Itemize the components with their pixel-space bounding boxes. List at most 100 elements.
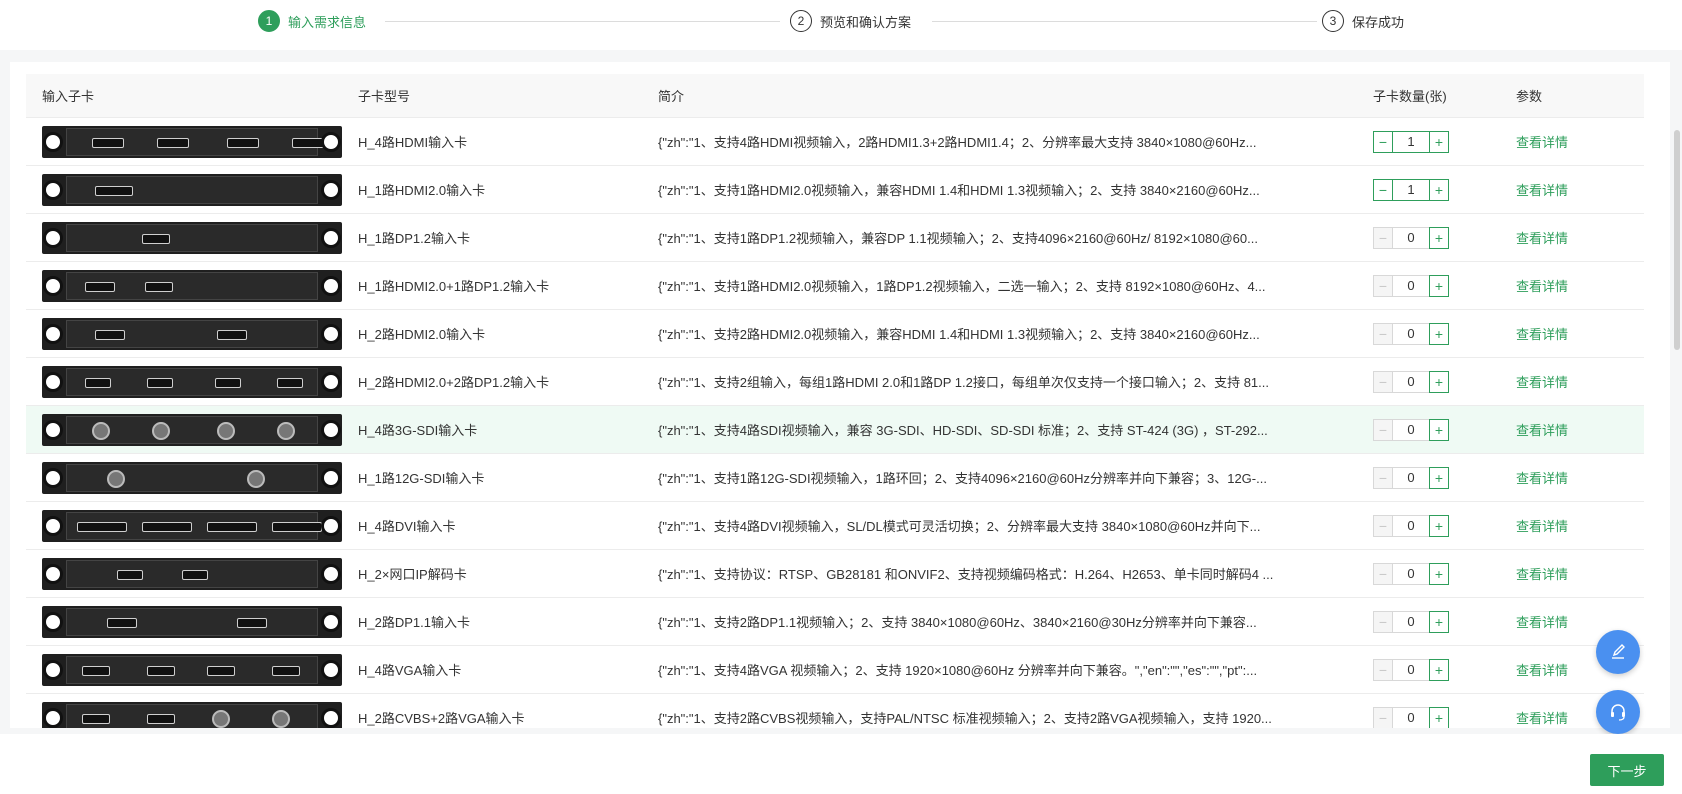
- increment-button[interactable]: +: [1429, 130, 1449, 153]
- edit-fab-button[interactable]: [1596, 630, 1640, 674]
- increment-button[interactable]: +: [1429, 370, 1449, 393]
- card-image: [42, 221, 342, 254]
- decrement-button[interactable]: −: [1373, 370, 1393, 393]
- view-details-link[interactable]: 查看详情: [1516, 214, 1606, 261]
- decrement-button[interactable]: −: [1373, 562, 1393, 585]
- decrement-button[interactable]: −: [1373, 466, 1393, 489]
- view-details-link[interactable]: 查看详情: [1516, 646, 1606, 693]
- view-details-link[interactable]: 查看详情: [1516, 694, 1606, 728]
- decrement-button[interactable]: −: [1373, 274, 1393, 297]
- page: 1 输入需求信息 2 预览和确认方案 3 保存成功 输入子卡 子卡型号 简介 子…: [0, 0, 1682, 794]
- card-description: {"zh":"1、支持1路HDMI2.0视频输入，兼容HDMI 1.4和HDMI…: [658, 183, 1260, 198]
- decrement-button[interactable]: −: [1373, 226, 1393, 249]
- view-details-link[interactable]: 查看详情: [1516, 550, 1606, 597]
- card-image: [42, 269, 342, 302]
- card-knob: [43, 371, 63, 392]
- quantity-input[interactable]: 0: [1393, 706, 1429, 728]
- quantity-input[interactable]: 0: [1393, 274, 1429, 297]
- view-details-link[interactable]: 查看详情: [1516, 502, 1606, 549]
- card-model: H_1路HDMI2.0+1路DP1.2输入卡: [358, 279, 550, 294]
- decrement-button[interactable]: −: [1373, 130, 1393, 153]
- port-icon: [107, 617, 137, 628]
- card-image: [42, 173, 342, 206]
- decrement-button[interactable]: −: [1373, 322, 1393, 345]
- view-details-link[interactable]: 查看详情: [1516, 262, 1606, 309]
- quantity-input[interactable]: 0: [1393, 466, 1429, 489]
- quantity-cell: −0 +: [1373, 310, 1483, 357]
- port-icon: [147, 713, 175, 724]
- quantity-input[interactable]: 1: [1393, 178, 1429, 201]
- increment-button[interactable]: +: [1429, 466, 1449, 489]
- port-icon: [292, 137, 324, 148]
- quantity-input[interactable]: 0: [1393, 226, 1429, 249]
- card-knob: [321, 611, 341, 632]
- view-details-link[interactable]: 查看详情: [1516, 454, 1606, 501]
- quantity-input[interactable]: 0: [1393, 370, 1429, 393]
- quantity-stepper[interactable]: −0 +: [1373, 418, 1449, 441]
- quantity-stepper[interactable]: −0 +: [1373, 370, 1449, 393]
- quantity-input[interactable]: 0: [1393, 658, 1429, 681]
- card-panel: [66, 655, 318, 684]
- quantity-input[interactable]: 1: [1393, 130, 1429, 153]
- card-image-cell: [42, 406, 342, 453]
- card-model: H_1路DP1.2输入卡: [358, 231, 470, 246]
- quantity-stepper[interactable]: −0 +: [1373, 322, 1449, 345]
- increment-button[interactable]: +: [1429, 274, 1449, 297]
- port-icon: [95, 185, 133, 196]
- view-details-link[interactable]: 查看详情: [1516, 166, 1606, 213]
- card-knob: [321, 371, 341, 392]
- view-details-link[interactable]: 查看详情: [1516, 358, 1606, 405]
- decrement-button[interactable]: −: [1373, 514, 1393, 537]
- view-details-link[interactable]: 查看详情: [1516, 598, 1606, 645]
- scrollbar-thumb[interactable]: [1674, 130, 1680, 350]
- decrement-button[interactable]: −: [1373, 178, 1393, 201]
- card-image: [42, 653, 342, 686]
- quantity-input[interactable]: 0: [1393, 562, 1429, 585]
- increment-button[interactable]: +: [1429, 226, 1449, 249]
- quantity-input[interactable]: 0: [1393, 514, 1429, 537]
- increment-button[interactable]: +: [1429, 706, 1449, 728]
- decrement-button[interactable]: −: [1373, 658, 1393, 681]
- port-icon: [182, 569, 208, 580]
- increment-button[interactable]: +: [1429, 418, 1449, 441]
- increment-button[interactable]: +: [1429, 610, 1449, 633]
- quantity-stepper[interactable]: −0 +: [1373, 466, 1449, 489]
- quantity-stepper[interactable]: −0 +: [1373, 610, 1449, 633]
- card-knob: [321, 131, 341, 152]
- quantity-input[interactable]: 0: [1393, 610, 1429, 633]
- port-icon: [277, 377, 303, 388]
- increment-button[interactable]: +: [1429, 322, 1449, 345]
- decrement-button[interactable]: −: [1373, 706, 1393, 728]
- view-details-link[interactable]: 查看详情: [1516, 406, 1606, 453]
- increment-button[interactable]: +: [1429, 514, 1449, 537]
- card-image: [42, 557, 342, 590]
- quantity-stepper[interactable]: −0 +: [1373, 562, 1449, 585]
- quantity-stepper[interactable]: −0 +: [1373, 514, 1449, 537]
- card-knob: [321, 179, 341, 200]
- quantity-stepper[interactable]: −1 +: [1373, 130, 1449, 153]
- increment-button[interactable]: +: [1429, 178, 1449, 201]
- view-details-link[interactable]: 查看详情: [1516, 310, 1606, 357]
- view-details-link[interactable]: 查看详情: [1516, 118, 1606, 165]
- port-icon: [77, 521, 127, 532]
- card-model: H_2路HDMI2.0+2路DP1.2输入卡: [358, 375, 550, 390]
- quantity-input[interactable]: 0: [1393, 322, 1429, 345]
- quantity-stepper[interactable]: −1 +: [1373, 178, 1449, 201]
- support-fab-button[interactable]: [1596, 690, 1640, 734]
- decrement-button[interactable]: −: [1373, 418, 1393, 441]
- card-model: H_4路3G-SDI输入卡: [358, 423, 478, 438]
- content-panel[interactable]: 输入子卡 子卡型号 简介 子卡数量(张) 参数 H_4路HDMI输入卡 {"zh"…: [10, 62, 1670, 728]
- quantity-stepper[interactable]: −0 +: [1373, 274, 1449, 297]
- increment-button[interactable]: +: [1429, 658, 1449, 681]
- card-knob: [43, 467, 63, 488]
- quantity-stepper[interactable]: −0 +: [1373, 658, 1449, 681]
- quantity-stepper[interactable]: −0 +: [1373, 226, 1449, 249]
- decrement-button[interactable]: −: [1373, 610, 1393, 633]
- next-step-button[interactable]: 下一步: [1590, 754, 1664, 786]
- increment-button[interactable]: +: [1429, 562, 1449, 585]
- quantity-input[interactable]: 0: [1393, 418, 1429, 441]
- quantity-cell: −0 +: [1373, 262, 1483, 309]
- step-label: 保存成功: [1352, 14, 1405, 30]
- card-image-cell: [42, 358, 342, 405]
- quantity-stepper[interactable]: −0 +: [1373, 706, 1449, 728]
